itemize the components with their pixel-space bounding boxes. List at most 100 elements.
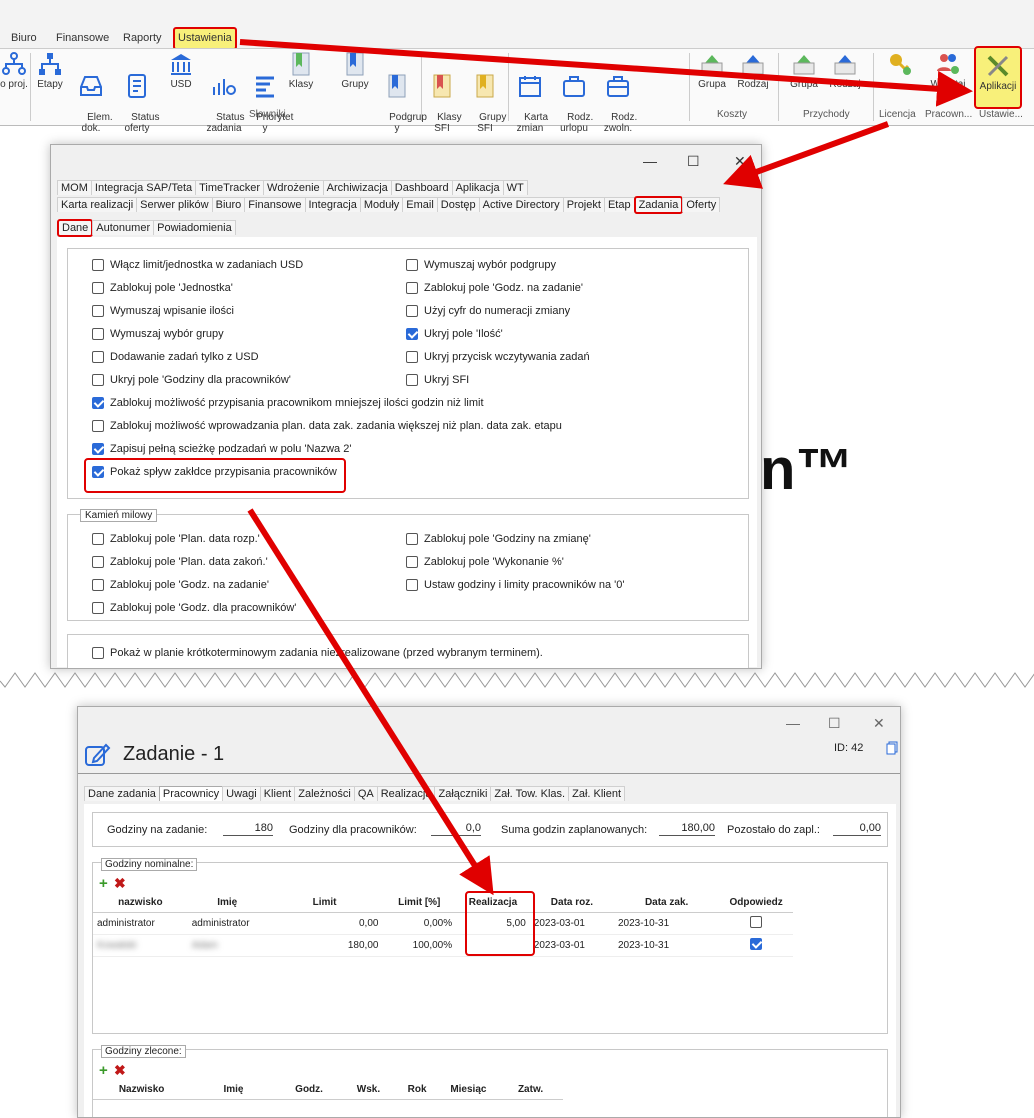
checkbox[interactable]	[406, 351, 418, 363]
tab-etap[interactable]: Etap	[603, 197, 635, 212]
checkbox[interactable]	[92, 397, 104, 409]
maximize-button[interactable]: ☐	[687, 153, 700, 170]
checkbox[interactable]	[406, 259, 418, 271]
odpowiedz-checkbox[interactable]	[750, 938, 763, 950]
odpowiedz-checkbox[interactable]	[750, 916, 763, 928]
column-header[interactable]: Data roz.	[529, 893, 614, 913]
tab-biuro[interactable]: Biuro	[211, 197, 246, 212]
godziny-na-zadanie-field[interactable]: 180	[223, 822, 273, 836]
checkbox[interactable]	[406, 533, 418, 545]
tab-projekt[interactable]: Projekt	[562, 197, 605, 212]
status-zadania-button[interactable]: Status zadania	[205, 51, 244, 145]
tab-archiwizacja[interactable]: Archiwizacja	[322, 180, 392, 195]
aplikacji-button[interactable]: Aplikacji	[974, 46, 1022, 109]
tab-wt[interactable]: WT	[502, 180, 528, 195]
delete-icon[interactable]: ✖	[114, 875, 126, 892]
przychody-rodzaj-button[interactable]: Rodzaj	[828, 51, 862, 90]
checkbox[interactable]	[406, 328, 418, 340]
checkbox[interactable]	[92, 420, 104, 432]
menu-biuro[interactable]: Biuro	[11, 32, 37, 44]
tab-email[interactable]: Email	[402, 197, 438, 212]
checkbox[interactable]	[92, 533, 104, 545]
proj-button[interactable]: o proj.	[0, 51, 28, 90]
milestone-right-1[interactable]: Zablokuj pole 'Wykonanie %'	[406, 556, 564, 568]
klasy-button[interactable]: Klasy	[285, 51, 317, 90]
checkbox[interactable]	[92, 374, 104, 386]
tab-wdrozenie[interactable]: Wdrożenie	[263, 180, 324, 195]
option-right-5[interactable]: Ukryj SFI	[406, 374, 469, 386]
tab-moduly[interactable]: Moduły	[359, 197, 404, 212]
tab-aplikacja[interactable]: Aplikacja	[451, 180, 504, 195]
checkbox[interactable]	[406, 579, 418, 591]
klasy-sfi-button[interactable]: Klasy SFI	[426, 51, 462, 145]
column-header[interactable]: Wsk.	[341, 1080, 396, 1100]
column-header[interactable]: Odpowiedz	[719, 893, 793, 913]
column-header[interactable]: Data zak.	[614, 893, 720, 913]
menu-raporty[interactable]: Raporty	[123, 32, 162, 44]
milestone-left-3[interactable]: Zablokuj pole 'Godz. dla pracowników'	[92, 602, 296, 614]
priorytety-button[interactable]: Priorytet y	[245, 51, 293, 145]
task-tab-5[interactable]: QA	[353, 786, 378, 801]
pozostalo-field[interactable]: 0,00	[833, 822, 881, 836]
task-tab-3[interactable]: Klient	[259, 786, 296, 801]
option-left-0[interactable]: Włącz limit/jednostka w zadaniach USD	[92, 259, 303, 271]
option-right-0[interactable]: Wymuszaj wybór podgrupy	[406, 259, 556, 271]
status-oferty-button[interactable]: Status oferty	[120, 51, 159, 145]
checkbox[interactable]	[406, 282, 418, 294]
milestone-right-0[interactable]: Zablokuj pole 'Godziny na zmianę'	[406, 533, 591, 545]
rodz-zwoln-button[interactable]: Rodz. zwoln.	[600, 51, 637, 145]
milestone-left-0[interactable]: Zablokuj pole 'Plan. data rozp.'	[92, 533, 260, 545]
task-tab-4[interactable]: Zależności	[294, 786, 355, 801]
koszty-rodzaj-button[interactable]: Rodzaj	[736, 51, 770, 90]
option-left-3[interactable]: Wymuszaj wybór grupy	[92, 328, 224, 340]
tab-finansowe[interactable]: Finansowe	[244, 197, 306, 212]
tab-integracja-sap[interactable]: Integracja SAP/Teta	[90, 180, 197, 195]
checkbox[interactable]	[92, 556, 104, 568]
maximize-button[interactable]: ☐	[828, 715, 841, 732]
tab-mom[interactable]: MOM	[57, 180, 92, 195]
milestone-left-2[interactable]: Zablokuj pole 'Godz. na zadanie'	[92, 579, 269, 591]
tab-timetracker[interactable]: TimeTracker	[195, 180, 265, 195]
rodz-urlopu-button[interactable]: Rodz. urlopu	[556, 51, 593, 145]
option-left-2[interactable]: Wymuszaj wpisanie ilości	[92, 305, 234, 317]
checkbox[interactable]	[92, 328, 104, 340]
podgrupy-button[interactable]: Podgrup y	[378, 51, 427, 145]
close-button[interactable]: ✕	[873, 715, 885, 732]
koszty-grupa-button[interactable]: Grupa	[696, 51, 728, 90]
column-header[interactable]: Imię	[190, 1080, 277, 1100]
tab-serwer-plikow[interactable]: Serwer plików	[136, 197, 213, 212]
copy-icon[interactable]	[886, 741, 898, 755]
suma-field[interactable]: 180,00	[659, 822, 715, 836]
tab-integracja[interactable]: Integracja	[304, 197, 361, 212]
checkbox[interactable]	[92, 443, 104, 455]
milestone-right-2[interactable]: Ustaw godziny i limity pracowników na '0…	[406, 579, 624, 591]
option-right-3[interactable]: Ukryj pole 'Ilość'	[406, 328, 503, 340]
option-full-1[interactable]: Zablokuj możliwość wprowadzania plan. da…	[92, 420, 562, 432]
menu-finansowe[interactable]: Finansowe	[56, 32, 109, 44]
menu-ustawienia[interactable]: Ustawienia	[173, 27, 237, 50]
column-header[interactable]: Limit [%]	[382, 893, 457, 913]
karta-zmian-button[interactable]: Karta zmian	[513, 51, 548, 145]
checkbox[interactable]	[92, 602, 104, 614]
column-header[interactable]: Rok	[395, 1080, 439, 1100]
milestone-left-1[interactable]: Zablokuj pole 'Plan. data zakoń.'	[92, 556, 268, 568]
column-header[interactable]: Limit	[266, 893, 383, 913]
task-tab-7[interactable]: Załączniki	[434, 786, 492, 801]
usd-button[interactable]: USD	[166, 51, 196, 90]
elem-dok-button[interactable]: Elem. dok.	[76, 51, 113, 145]
column-header[interactable]: Imię	[187, 893, 267, 913]
przychody-grupa-button[interactable]: Grupa	[788, 51, 820, 90]
task-tab-9[interactable]: Zał. Klient	[568, 786, 626, 801]
checkbox[interactable]	[406, 374, 418, 386]
tab-dashboard[interactable]: Dashboard	[390, 180, 453, 195]
checkbox[interactable]	[406, 556, 418, 568]
task-tab-1[interactable]: Pracownicy	[158, 786, 224, 801]
checkbox[interactable]	[92, 647, 104, 659]
wczytaj-button[interactable]: Wczytaj	[928, 51, 968, 90]
delete-icon[interactable]: ✖	[114, 1062, 126, 1079]
grupy-button[interactable]: Grupy	[338, 51, 372, 90]
short-term-plan-option[interactable]: Pokaż w planie krótkoterminowym zadania …	[92, 647, 543, 659]
add-icon[interactable]: +	[99, 1062, 108, 1079]
subtab-autonumer[interactable]: Autonumer	[92, 220, 155, 235]
column-header[interactable]: Godz.	[276, 1080, 342, 1100]
